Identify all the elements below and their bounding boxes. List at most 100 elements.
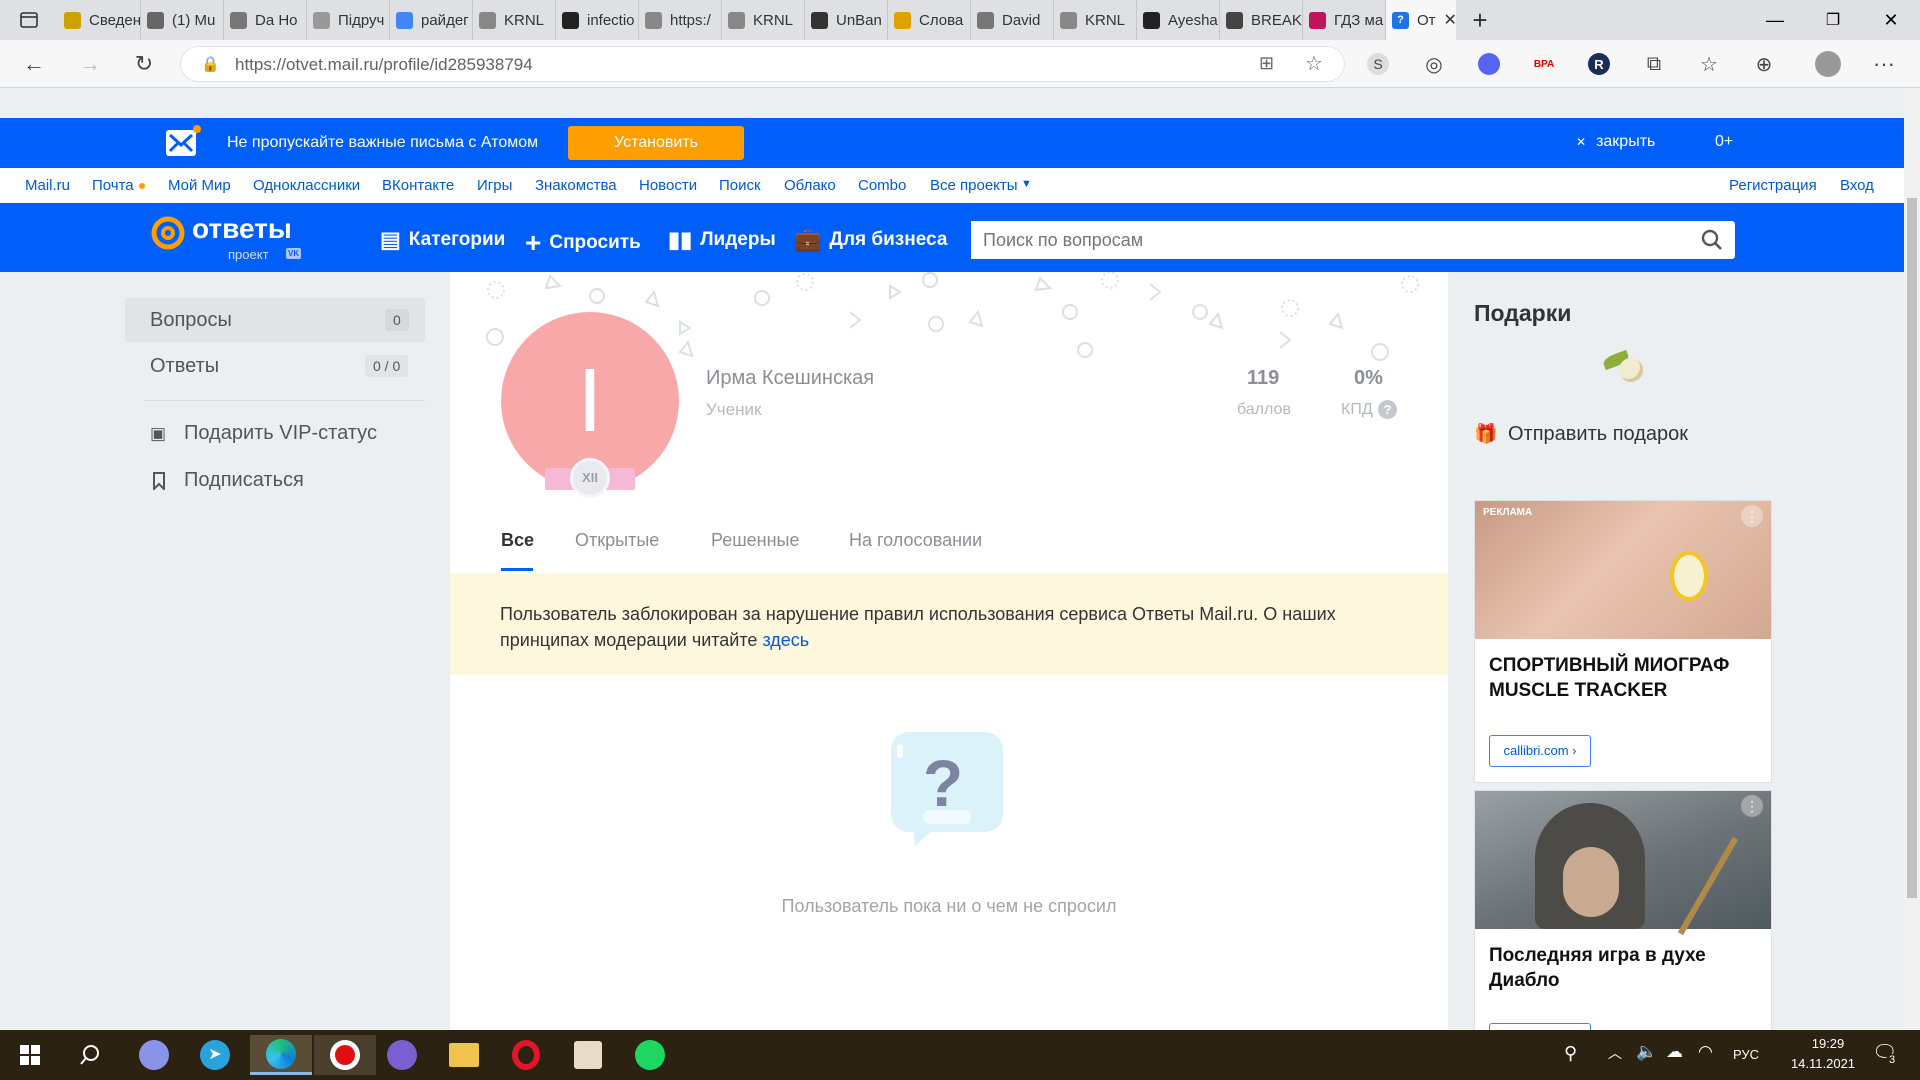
- nav-link-news[interactable]: Новости: [639, 177, 697, 194]
- favorites-icon[interactable]: ☆: [1693, 48, 1725, 80]
- recorder-app-icon[interactable]: [314, 1035, 376, 1075]
- browser-tab[interactable]: Da Ho: [224, 0, 307, 40]
- more-menu-icon[interactable]: ···: [1868, 48, 1900, 80]
- ad-menu-icon[interactable]: ⋮: [1741, 505, 1763, 527]
- login-link[interactable]: Вход: [1840, 177, 1874, 194]
- otvet-logo[interactable]: ответы проект VK: [150, 213, 310, 263]
- clock-time[interactable]: 19:29: [1793, 1036, 1863, 1051]
- tab-voting[interactable]: На голосовании: [849, 530, 982, 551]
- tab-all[interactable]: Все: [501, 530, 534, 551]
- ad-card-1[interactable]: РЕКЛАМА ⋮ СПОРТИВНЫЙ МИОГРАФ MUSCLE TRAC…: [1474, 500, 1772, 783]
- spotify-app-icon[interactable]: [626, 1035, 674, 1075]
- favorites-add-icon[interactable]: ☆: [1305, 51, 1323, 76]
- browser-tab[interactable]: (1) Mu: [141, 0, 224, 40]
- promo-close-button[interactable]: ✕ закрыть: [1576, 133, 1655, 151]
- discord-app-icon[interactable]: [130, 1035, 178, 1075]
- file-explorer-icon[interactable]: [440, 1035, 488, 1075]
- game-app-icon[interactable]: [564, 1035, 612, 1075]
- close-tab-icon[interactable]: ✕: [1444, 10, 1456, 30]
- browser-tab[interactable]: KRNL: [722, 0, 805, 40]
- gift-image[interactable]: [1599, 348, 1651, 388]
- clock-date[interactable]: 14.11.2021: [1778, 1056, 1868, 1071]
- extension-bpa-icon[interactable]: BPA: [1528, 48, 1560, 80]
- browser-tab[interactable]: https:/: [639, 0, 722, 40]
- nav-business[interactable]: 💼 Для бизнеса: [794, 227, 947, 253]
- ad-card-2[interactable]: ⋮ Последняя игра в духе Диабло: [1474, 790, 1772, 1031]
- extensions-puzzle-icon[interactable]: ⧉: [1638, 48, 1670, 80]
- tab-open[interactable]: Открытые: [575, 530, 659, 551]
- extension-discord-icon[interactable]: [1473, 48, 1505, 80]
- browser-tab[interactable]: UnBan: [805, 0, 888, 40]
- scrollbar-thumb[interactable]: [1907, 198, 1917, 898]
- nav-link-dating[interactable]: Знакомства: [535, 177, 617, 194]
- browser-tab[interactable]: KRNL: [473, 0, 556, 40]
- nav-categories[interactable]: ▤ Категории: [380, 227, 505, 253]
- forward-button[interactable]: →: [74, 48, 106, 80]
- profile-avatar-icon[interactable]: [1812, 48, 1844, 80]
- browser-tab[interactable]: райдег: [390, 0, 473, 40]
- nav-link-ok[interactable]: Одноклассники: [253, 177, 360, 194]
- collections-icon[interactable]: ⊕: [1748, 48, 1780, 80]
- browser-tab[interactable]: Сведен: [58, 0, 141, 40]
- tab-active[interactable]: ? От ✕: [1386, 0, 1456, 40]
- nav-leaders[interactable]: ▮▮ Лидеры: [668, 227, 776, 253]
- send-gift-button[interactable]: 🎁 Отправить подарок: [1474, 420, 1774, 450]
- browser-tab[interactable]: BREAK: [1220, 0, 1303, 40]
- nav-link-vk[interactable]: ВКонтакте: [382, 177, 454, 194]
- start-button[interactable]: [6, 1035, 54, 1075]
- close-window-button[interactable]: ✕: [1862, 10, 1920, 31]
- minimize-button[interactable]: —: [1746, 10, 1804, 31]
- back-button[interactable]: ←: [18, 48, 50, 80]
- ad-menu-icon[interactable]: ⋮: [1741, 795, 1763, 817]
- app-available-icon[interactable]: ⊞: [1259, 53, 1274, 74]
- install-button[interactable]: Установить: [568, 126, 744, 160]
- browser-tab[interactable]: KRNL: [1054, 0, 1137, 40]
- browser-tab[interactable]: David: [971, 0, 1054, 40]
- tab-actions-icon[interactable]: [0, 0, 58, 40]
- sidebar-item-vip[interactable]: ▣ Подарить VIP-статус: [150, 420, 430, 450]
- sidebar-item-subscribe[interactable]: Подписаться: [150, 466, 430, 496]
- tab-solved[interactable]: Решенные: [711, 530, 800, 551]
- browser-tab[interactable]: Підруч: [307, 0, 390, 40]
- new-tab-button[interactable]: +: [1456, 5, 1504, 36]
- telegram-app-icon[interactable]: ➤: [191, 1035, 239, 1075]
- nav-link-mailru[interactable]: Mail.ru: [25, 177, 70, 194]
- opera-app-icon[interactable]: [502, 1035, 550, 1075]
- ad-cta-button[interactable]: callibri.com ›: [1489, 735, 1591, 767]
- nav-link-games[interactable]: Игры: [477, 177, 512, 194]
- extension-s-icon[interactable]: S: [1362, 48, 1394, 80]
- viber-app-icon[interactable]: [378, 1035, 426, 1075]
- nav-link-all-projects[interactable]: Все проекты: [930, 177, 1018, 194]
- language-indicator[interactable]: РУС: [1733, 1047, 1759, 1062]
- address-bar[interactable]: 🔒 https://otvet.mail.ru/profile/id285938…: [180, 46, 1345, 82]
- show-hidden-icons[interactable]: ︿: [1608, 1043, 1622, 1063]
- nav-link-pochta[interactable]: Почта: [92, 177, 134, 194]
- browser-tab[interactable]: Ayesha: [1137, 0, 1220, 40]
- page-scrollbar[interactable]: [1904, 88, 1920, 1030]
- notice-link[interactable]: здесь: [762, 630, 809, 650]
- volume-icon[interactable]: 🔈: [1636, 1042, 1657, 1062]
- extension-r-icon[interactable]: R: [1583, 48, 1615, 80]
- search-icon[interactable]: [1701, 229, 1723, 251]
- browser-tab[interactable]: Слова: [888, 0, 971, 40]
- people-icon[interactable]: ⚲: [1564, 1043, 1577, 1064]
- browser-tab[interactable]: ГДЗ ма: [1303, 0, 1386, 40]
- sidebar-item-answers[interactable]: Ответы 0 / 0: [125, 345, 425, 389]
- browser-tab[interactable]: infectio: [556, 0, 639, 40]
- edge-app-icon[interactable]: [250, 1035, 312, 1075]
- maximize-button[interactable]: ❐: [1804, 10, 1862, 30]
- nav-ask[interactable]: + Спросить: [525, 227, 641, 259]
- taskbar-search-icon[interactable]: [66, 1035, 114, 1075]
- help-icon[interactable]: ?: [1378, 400, 1397, 419]
- nav-link-moy-mir[interactable]: Мой Мир: [168, 177, 231, 194]
- extension-ring-icon[interactable]: ◎: [1418, 48, 1450, 80]
- onedrive-icon[interactable]: ☁: [1666, 1042, 1683, 1062]
- register-link[interactable]: Регистрация: [1729, 177, 1817, 194]
- search-input[interactable]: [971, 221, 1671, 259]
- wifi-icon[interactable]: ◠: [1698, 1042, 1713, 1062]
- nav-link-search[interactable]: Поиск: [719, 177, 761, 194]
- sidebar-item-questions[interactable]: Вопросы 0: [125, 298, 425, 342]
- nav-link-cloud[interactable]: Облако: [784, 177, 836, 194]
- nav-link-combo[interactable]: Combo: [858, 177, 906, 194]
- reload-button[interactable]: ↻: [128, 48, 160, 80]
